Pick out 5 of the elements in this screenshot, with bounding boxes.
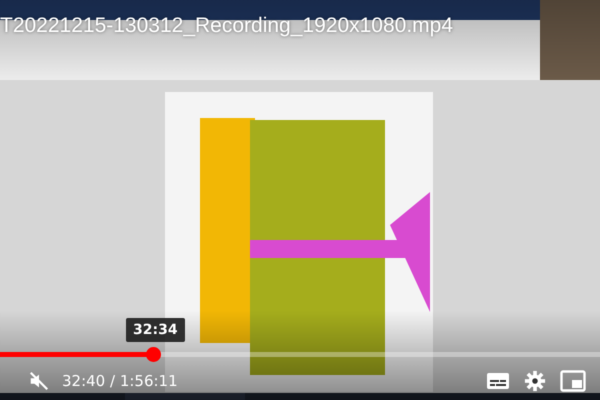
miniplayer-icon[interactable]	[558, 368, 588, 394]
progress-bar[interactable]	[0, 347, 600, 362]
settings-icon[interactable]	[522, 368, 548, 394]
time-display: 32:40 / 1:56:11	[62, 372, 178, 390]
time-tooltip: 32:34	[126, 318, 185, 342]
